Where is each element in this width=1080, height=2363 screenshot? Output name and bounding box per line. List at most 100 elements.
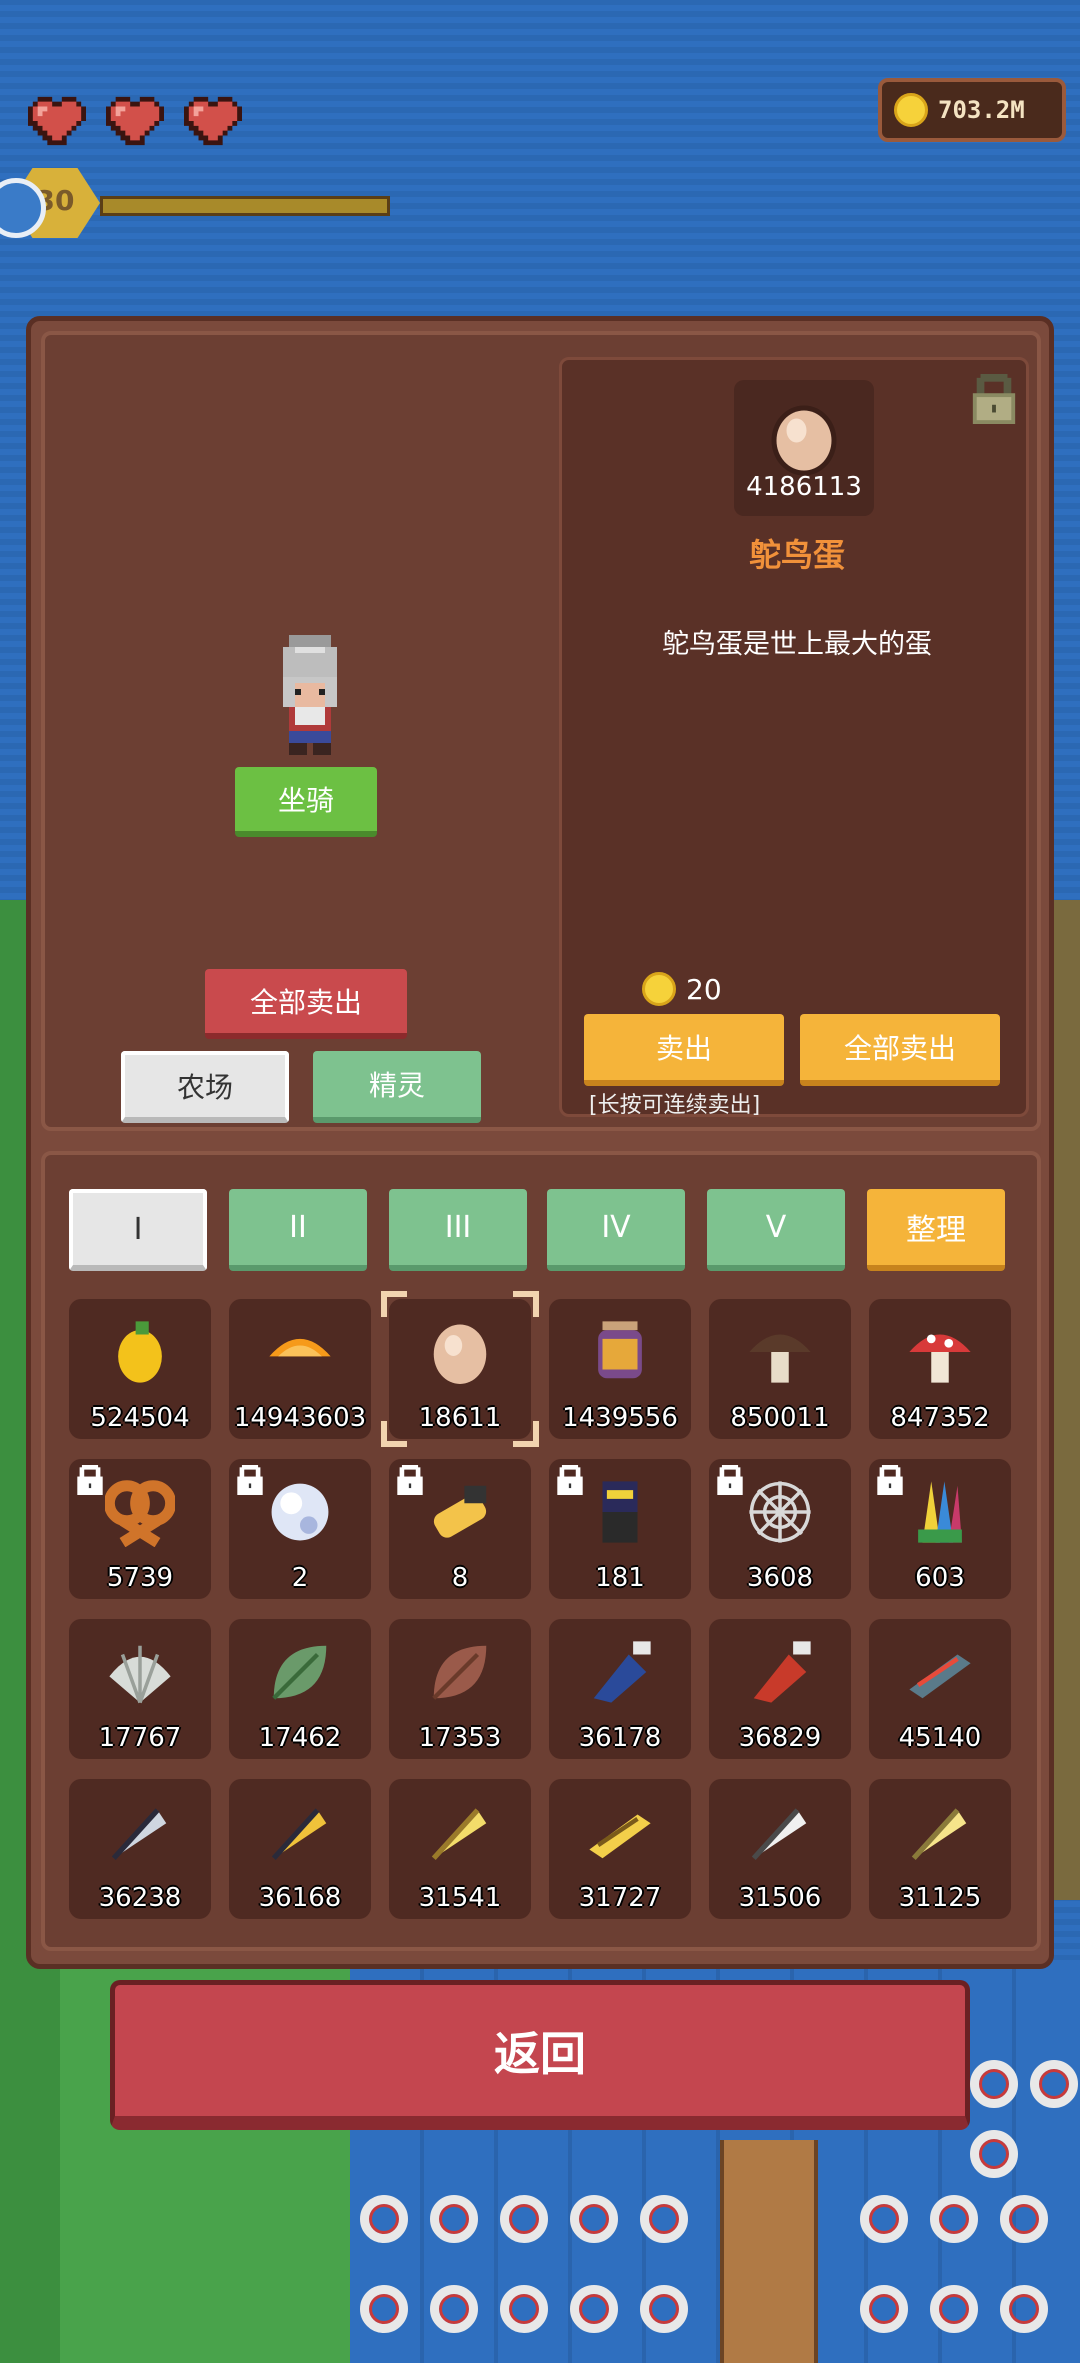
ninja-figure-icon (602, 1481, 638, 1543)
experience-bar (100, 196, 390, 216)
inventory-slot[interactable]: 8 (389, 1459, 531, 1599)
inventory-slot[interactable]: 850011 (709, 1299, 851, 1439)
lock-icon (557, 1465, 583, 1495)
inventory-slot[interactable]: 18611 (381, 1291, 539, 1447)
selection-corner (381, 1291, 407, 1317)
item-count: 17353 (418, 1723, 502, 1753)
tab-spirit[interactable]: 精灵 (313, 1051, 481, 1123)
right-shore (1050, 900, 1080, 1900)
item-count: 45140 (898, 1723, 982, 1753)
float-ring (500, 2285, 548, 2333)
float-ring (570, 2195, 618, 2243)
inventory-slot[interactable]: 31541 (389, 1779, 531, 1919)
item-count: 18611 (418, 1403, 502, 1433)
item-count: 850011 (730, 1403, 830, 1433)
inventory-slot[interactable]: 36238 (69, 1779, 211, 1919)
float-ring (970, 2130, 1018, 2178)
item-detail-panel: 4186113 鸵鸟蛋 鸵鸟蛋是世上最大的蛋 20 卖出 全部卖出 (559, 357, 1029, 1117)
lock-icon[interactable] (972, 374, 1016, 424)
item-count: 14943603 (233, 1403, 367, 1433)
level-indicator: 30 (0, 168, 400, 238)
sell-all-button[interactable]: 全部卖出 (800, 1014, 1000, 1086)
fish-icon (909, 1654, 971, 1699)
item-count: 17462 (258, 1723, 342, 1753)
inventory-slot[interactable]: 2 (229, 1459, 371, 1599)
sort-button[interactable]: 整理 (867, 1189, 1005, 1271)
item-price-value: 20 (686, 972, 722, 1006)
blue-potion-icon (593, 1641, 651, 1703)
inventory-slot[interactable]: 524504 (69, 1299, 211, 1439)
tab-page-3[interactable]: III (389, 1189, 527, 1271)
lock-icon (397, 1465, 423, 1495)
inventory-slot[interactable]: 45140 (869, 1619, 1011, 1759)
tab-page-5[interactable]: V (707, 1189, 845, 1271)
inventory-slot[interactable]: 603 (869, 1459, 1011, 1599)
float-ring (640, 2195, 688, 2243)
sell-button[interactable]: 卖出 (584, 1014, 784, 1086)
coin-balance[interactable]: 703.2M (878, 78, 1066, 142)
yellow-feather-icon (431, 1808, 487, 1861)
inventory-slot[interactable]: 17462 (229, 1619, 371, 1759)
inventory-slot[interactable]: 3608 (709, 1459, 851, 1599)
inventory-slot[interactable]: 17353 (389, 1619, 531, 1759)
tab-farm[interactable]: 农场 (121, 1051, 289, 1123)
tab-page-2[interactable]: II (229, 1189, 367, 1271)
tab-page-1[interactable]: I (69, 1189, 207, 1271)
inventory-slot[interactable]: 181 (549, 1459, 691, 1599)
inventory-slot[interactable]: 31125 (869, 1779, 1011, 1919)
silver-feather-icon (111, 1808, 167, 1861)
item-count: 847352 (890, 1403, 990, 1433)
lock-icon (877, 1465, 903, 1495)
item-count: 36238 (98, 1883, 182, 1913)
inventory-slot[interactable]: 36178 (549, 1619, 691, 1759)
float-ring (930, 2195, 978, 2243)
inventory-slot[interactable]: 36829 (709, 1619, 851, 1759)
inventory-slot[interactable]: 5739 (69, 1459, 211, 1599)
inventory-slot[interactable]: 17767 (69, 1619, 211, 1759)
long-press-hint: [长按可连续卖出] (589, 1093, 761, 1118)
mango-icon (118, 1321, 162, 1383)
float-ring (430, 2195, 478, 2243)
inventory-slot[interactable]: 36168 (229, 1779, 371, 1919)
back-button[interactable]: 返回 (110, 1980, 970, 2130)
inventory-slot[interactable]: 31506 (709, 1779, 851, 1919)
float-ring (860, 2285, 908, 2333)
item-count: 1439556 (562, 1403, 678, 1433)
float-ring (1030, 2060, 1078, 2108)
lock-icon (77, 1465, 103, 1495)
red-potion-icon (753, 1641, 811, 1703)
item-count: 8 (451, 1563, 469, 1593)
float-ring (930, 2285, 978, 2333)
wooden-dock (720, 2140, 818, 2363)
tab-page-4[interactable]: IV (547, 1189, 685, 1271)
scroll-icon (433, 1485, 487, 1538)
golden-fish-icon (589, 1814, 651, 1859)
item-price: 20 (642, 972, 722, 1006)
orange-slices-icon (269, 1338, 331, 1357)
inventory-slot[interactable]: 1439556 (549, 1299, 691, 1439)
pearl-icon (271, 1483, 329, 1541)
float-ring (860, 2195, 908, 2243)
character-sprite (283, 635, 337, 755)
item-count: 2 (291, 1563, 309, 1593)
item-count: 31727 (578, 1883, 662, 1913)
inventory-slot[interactable]: 31727 (549, 1779, 691, 1919)
selection-corner (513, 1291, 539, 1317)
item-count: 36829 (738, 1723, 822, 1753)
item-count: 31506 (738, 1883, 822, 1913)
ostrich-egg-icon (771, 405, 837, 476)
inventory-slot[interactable]: 14943603 (229, 1299, 371, 1439)
item-count: 603 (915, 1563, 965, 1593)
float-ring (430, 2285, 478, 2333)
coin-icon (894, 93, 928, 127)
heart-icon (178, 92, 248, 150)
mount-button[interactable]: 坐骑 (235, 767, 377, 837)
gold-feather-icon (271, 1808, 327, 1861)
inventory-slot[interactable]: 847352 (869, 1299, 1011, 1439)
white-feather-icon (751, 1808, 807, 1861)
float-ring (500, 2195, 548, 2243)
sell-all-left-button[interactable]: 全部卖出 (205, 969, 407, 1039)
honey-jar-icon (598, 1321, 642, 1379)
item-count: 31125 (898, 1883, 982, 1913)
heart-icon (100, 92, 170, 150)
